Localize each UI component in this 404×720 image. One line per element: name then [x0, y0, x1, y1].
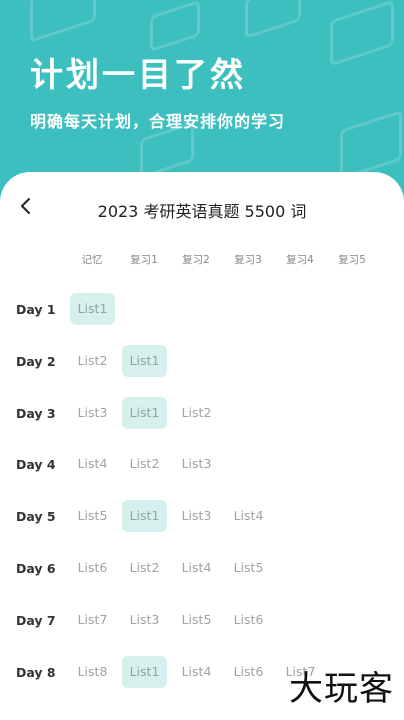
list-cell[interactable]: List3: [174, 500, 219, 532]
column-header: 复习2: [182, 254, 210, 266]
list-cell[interactable]: List2: [122, 552, 167, 584]
list-cell[interactable]: List4: [226, 500, 271, 532]
list-cell[interactable]: List2: [174, 397, 219, 429]
list-cell[interactable]: List7: [70, 604, 115, 636]
list-cell[interactable]: List6: [226, 604, 271, 636]
list-cell[interactable]: List1: [70, 293, 115, 325]
day-label: Day 1: [16, 302, 56, 317]
table-row: Day 6 List6 List2 List4 List5: [0, 552, 404, 586]
day-label: Day 8: [16, 664, 56, 680]
column-header: 复习3: [234, 254, 262, 266]
card-title: 2023 考研英语真题 5500 词: [97, 202, 307, 221]
list-cell[interactable]: List2: [70, 345, 115, 377]
decoration-shape: [150, 0, 200, 53]
table-row: Day 1 List1: [0, 293, 404, 327]
list-cell[interactable]: List3: [122, 604, 167, 636]
list-cell[interactable]: List4: [174, 552, 219, 584]
list-cell[interactable]: List1: [122, 344, 167, 377]
hero-title: 计划一目了然: [30, 55, 246, 94]
list-cell[interactable]: List3: [70, 397, 115, 429]
hero-banner: 计划一目了然 明确每天计划，合理安排你的学习: [0, 0, 404, 200]
day-label: Day 5: [16, 509, 56, 525]
hero-subtitle: 明确每天计划，合理安排你的学习: [30, 112, 286, 131]
watermark-logo: 大玩客: [289, 669, 394, 709]
list-cell[interactable]: List2: [122, 448, 167, 480]
list-cell[interactable]: List8: [70, 656, 115, 688]
list-cell[interactable]: List6: [226, 656, 271, 688]
day-label: Day 7: [16, 612, 56, 628]
list-cell[interactable]: List3: [174, 448, 219, 480]
decoration-shape: [330, 0, 394, 67]
list-cell[interactable]: List1: [122, 655, 167, 688]
list-cell[interactable]: List4: [174, 656, 219, 688]
decoration-shape: [340, 109, 402, 181]
list-cell[interactable]: List5: [70, 500, 115, 532]
list-cell[interactable]: List6: [70, 552, 115, 584]
day-label: Day 2: [16, 353, 56, 369]
list-cell[interactable]: List1: [122, 396, 167, 429]
list-cell[interactable]: List5: [174, 604, 219, 636]
table-row: Day 3 List3 List1 List2: [0, 396, 404, 431]
day-label: Day 3: [16, 405, 56, 421]
day-label: Day 6: [16, 561, 56, 576]
decoration-shape: [245, 0, 301, 40]
column-header: 复习4: [286, 254, 314, 266]
table-row: Day 4 List4 List2 List3: [0, 448, 404, 482]
plan-card: 2023 考研英语真题 5500 词 记忆 复习1 复习2 复习3 复习4 复习…: [0, 172, 404, 720]
decoration-shape: [30, 0, 96, 43]
list-cell[interactable]: List5: [226, 552, 271, 584]
list-cell[interactable]: List1: [122, 500, 167, 533]
day-label: Day 4: [16, 457, 56, 473]
table-row: Day 7 List7 List3 List5 List6: [0, 604, 404, 638]
column-header: 复习1: [130, 254, 158, 266]
column-header: 记忆: [81, 254, 103, 266]
list-cell[interactable]: List4: [70, 448, 115, 480]
table-row: Day 5 List5 List1 List3 List4: [0, 500, 404, 534]
column-header: 复习5: [338, 254, 366, 266]
table-row: Day 2 List2 List1: [0, 344, 404, 379]
